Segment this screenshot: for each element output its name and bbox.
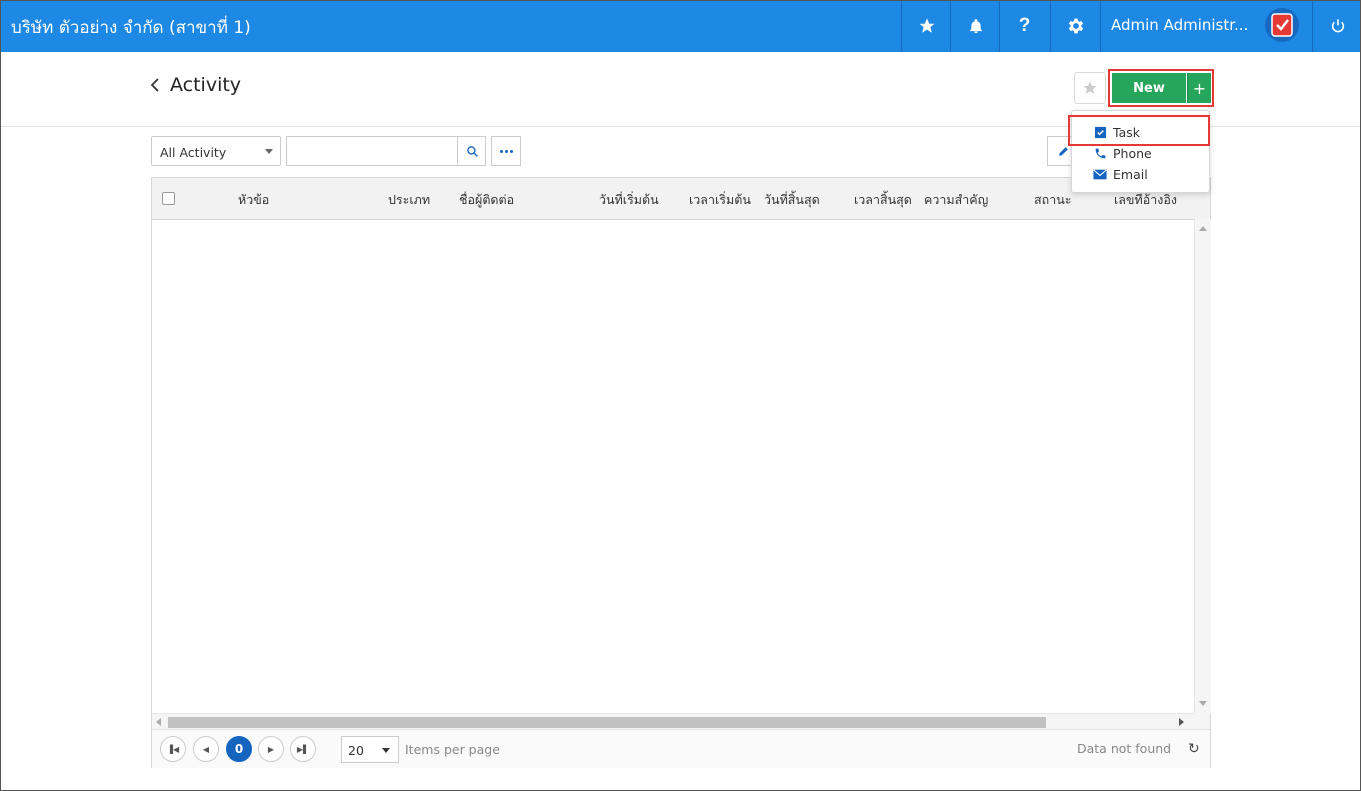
column-header[interactable]: เวลาสิ้นสุด [854, 190, 912, 210]
power-icon [1331, 19, 1344, 33]
select-all-checkbox[interactable] [162, 192, 175, 205]
activity-filter-value: All Activity [160, 145, 227, 160]
prev-page-button[interactable]: ◀ [193, 736, 219, 762]
column-header[interactable]: เวลาเริ่มต้น [689, 190, 751, 210]
pencil-icon [1058, 146, 1068, 156]
scroll-down-icon[interactable] [1199, 701, 1207, 706]
avatar[interactable] [1265, 8, 1299, 42]
more-options-button[interactable] [491, 136, 521, 166]
back-link[interactable]: Activity [150, 74, 241, 96]
menu-item-label: Email [1113, 167, 1148, 182]
horizontal-scroll-thumb[interactable] [168, 717, 1046, 728]
scroll-right-icon[interactable] [1179, 718, 1184, 726]
column-header[interactable]: หัวข้อ [238, 190, 269, 210]
column-header[interactable]: วันที่เริ่มต้น [599, 190, 659, 210]
horizontal-scrollbar[interactable] [152, 713, 1194, 730]
more-dot [499, 149, 503, 153]
add-favorite-button[interactable] [1074, 72, 1106, 104]
search-button[interactable] [457, 137, 486, 165]
page-size-select[interactable]: 20 [341, 736, 399, 763]
phone-icon [1093, 147, 1107, 161]
chevron-down-icon [265, 149, 273, 154]
notifications-button[interactable] [950, 0, 1000, 52]
column-header[interactable]: ชื่อผู้ติดต่อ [459, 190, 514, 210]
settings-button[interactable] [1050, 0, 1100, 52]
last-page-button[interactable]: ▶▌ [290, 736, 316, 762]
user-menu[interactable]: Admin Administr... [1100, 0, 1313, 52]
new-button[interactable]: New [1112, 73, 1186, 103]
menu-item-phone[interactable]: Phone [1072, 143, 1209, 164]
vertical-scrollbar[interactable] [1194, 219, 1211, 713]
task-highlight-box [1068, 115, 1210, 146]
search-icon [466, 145, 478, 157]
column-header[interactable]: สถานะ [1034, 190, 1071, 210]
star-icon [919, 18, 934, 33]
current-page-button[interactable]: 0 [226, 736, 252, 762]
refresh-icon[interactable]: ↻ [1188, 741, 1200, 757]
page-size-value: 20 [348, 743, 364, 758]
help-icon: ? [1018, 15, 1031, 36]
top-bar: บริษัท ตัวอย่าง จำกัด (สาขาที่ 1) ? Admi… [0, 0, 1361, 52]
username: Admin Administr... [1111, 16, 1249, 34]
chevron-down-icon [382, 748, 390, 753]
menu-item-email[interactable]: Email [1072, 164, 1209, 185]
new-button-group: New + [1108, 69, 1214, 107]
checklist-logo-icon [1271, 13, 1293, 37]
column-header[interactable]: ประเภท [388, 190, 430, 210]
more-dot [504, 149, 508, 153]
star-icon [1083, 81, 1097, 94]
search-input[interactable] [287, 137, 455, 165]
menu-item-label: Phone [1113, 146, 1152, 161]
first-page-button[interactable]: ▐◀ [160, 736, 186, 762]
gear-icon [1068, 18, 1083, 34]
activity-grid: หัวข้อ ประเภท ชื่อผู้ติดต่อ วันที่เริ่มต… [151, 177, 1211, 768]
pager: ▐◀ ◀ 0 ▶ ▶▌ 20 Items per page Data not f… [152, 729, 1210, 768]
logout-button[interactable] [1312, 0, 1361, 52]
column-header[interactable]: เลขที่อ้างอิง [1114, 190, 1177, 210]
grid-header: หัวข้อ ประเภท ชื่อผู้ติดต่อ วันที่เริ่มต… [152, 178, 1210, 220]
help-button[interactable]: ? [999, 0, 1049, 52]
pager-status: Data not found [1077, 741, 1172, 756]
chevron-left-icon [150, 78, 159, 92]
company-name[interactable]: บริษัท ตัวอย่าง จำกัด (สาขาที่ 1) [11, 14, 251, 41]
favorites-button[interactable] [901, 0, 951, 52]
scroll-corner [1194, 713, 1210, 729]
column-header[interactable]: วันที่สิ้นสุด [764, 190, 820, 210]
next-page-button[interactable]: ▶ [258, 736, 284, 762]
new-dropdown-toggle[interactable]: + [1187, 73, 1211, 103]
more-dot [509, 149, 513, 153]
scroll-up-icon[interactable] [1199, 226, 1207, 231]
search-box [286, 136, 486, 166]
column-header[interactable]: ความสำคัญ [924, 190, 988, 210]
items-per-page-label: Items per page [405, 742, 500, 757]
bell-icon [969, 18, 982, 33]
activity-filter-select[interactable]: All Activity [151, 136, 281, 166]
scroll-left-icon[interactable] [156, 718, 161, 726]
page-title: Activity [170, 74, 242, 96]
email-icon [1093, 168, 1107, 182]
